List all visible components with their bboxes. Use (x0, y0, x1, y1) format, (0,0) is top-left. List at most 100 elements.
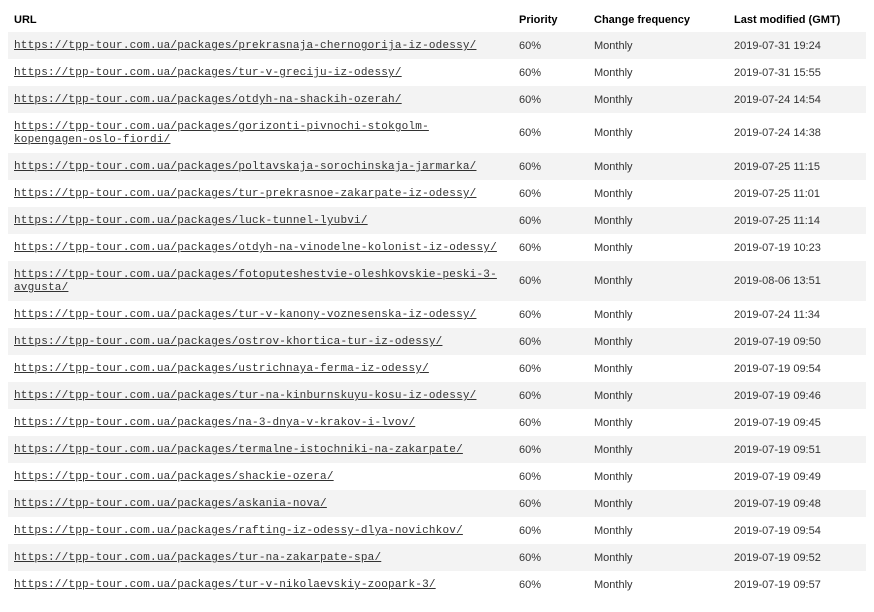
cell-lastmod: 2019-08-06 13:51 (728, 261, 866, 301)
url-link[interactable]: https://tpp-tour.com.ua/packages/tur-v-n… (14, 579, 436, 591)
cell-priority: 60% (513, 261, 588, 301)
cell-lastmod: 2019-07-19 09:45 (728, 409, 866, 436)
sitemap-table: URL Priority Change frequency Last modif… (8, 8, 866, 598)
table-row: https://tpp-tour.com.ua/packages/fotoput… (8, 261, 866, 301)
table-row: https://tpp-tour.com.ua/packages/poltavs… (8, 153, 866, 180)
cell-priority: 60% (513, 59, 588, 86)
url-link[interactable]: https://tpp-tour.com.ua/packages/tur-na-… (14, 390, 476, 402)
cell-changefreq: Monthly (588, 180, 728, 207)
url-link[interactable]: https://tpp-tour.com.ua/packages/poltavs… (14, 161, 476, 173)
url-link[interactable]: https://tpp-tour.com.ua/packages/tur-na-… (14, 552, 381, 564)
cell-priority: 60% (513, 544, 588, 571)
cell-priority: 60% (513, 571, 588, 598)
url-link[interactable]: https://tpp-tour.com.ua/packages/rafting… (14, 525, 463, 537)
cell-lastmod: 2019-07-19 09:57 (728, 571, 866, 598)
cell-changefreq: Monthly (588, 113, 728, 153)
cell-lastmod: 2019-07-31 15:55 (728, 59, 866, 86)
table-row: https://tpp-tour.com.ua/packages/askania… (8, 490, 866, 517)
cell-priority: 60% (513, 153, 588, 180)
table-row: https://tpp-tour.com.ua/packages/tur-v-n… (8, 571, 866, 598)
cell-url: https://tpp-tour.com.ua/packages/otdyh-n… (8, 86, 513, 113)
cell-changefreq: Monthly (588, 59, 728, 86)
cell-lastmod: 2019-07-31 19:24 (728, 32, 866, 59)
table-header-row: URL Priority Change frequency Last modif… (8, 8, 866, 32)
table-row: https://tpp-tour.com.ua/packages/rafting… (8, 517, 866, 544)
table-row: https://tpp-tour.com.ua/packages/ostrov-… (8, 328, 866, 355)
url-link[interactable]: https://tpp-tour.com.ua/packages/fotoput… (14, 269, 497, 294)
cell-priority: 60% (513, 234, 588, 261)
url-link[interactable]: https://tpp-tour.com.ua/packages/otdyh-n… (14, 242, 497, 254)
cell-changefreq: Monthly (588, 301, 728, 328)
table-row: https://tpp-tour.com.ua/packages/tur-na-… (8, 382, 866, 409)
url-link[interactable]: https://tpp-tour.com.ua/packages/askania… (14, 498, 327, 510)
cell-changefreq: Monthly (588, 261, 728, 301)
cell-changefreq: Monthly (588, 571, 728, 598)
cell-priority: 60% (513, 490, 588, 517)
cell-priority: 60% (513, 207, 588, 234)
table-row: https://tpp-tour.com.ua/packages/tur-v-k… (8, 301, 866, 328)
cell-url: https://tpp-tour.com.ua/packages/tur-v-k… (8, 301, 513, 328)
url-link[interactable]: https://tpp-tour.com.ua/packages/ustrich… (14, 363, 429, 375)
table-row: https://tpp-tour.com.ua/packages/otdyh-n… (8, 86, 866, 113)
cell-changefreq: Monthly (588, 234, 728, 261)
header-changefreq: Change frequency (588, 8, 728, 32)
cell-lastmod: 2019-07-19 09:50 (728, 328, 866, 355)
cell-priority: 60% (513, 382, 588, 409)
table-row: https://tpp-tour.com.ua/packages/na-3-dn… (8, 409, 866, 436)
cell-changefreq: Monthly (588, 463, 728, 490)
table-row: https://tpp-tour.com.ua/packages/tur-na-… (8, 544, 866, 571)
cell-changefreq: Monthly (588, 382, 728, 409)
url-link[interactable]: https://tpp-tour.com.ua/packages/ostrov-… (14, 336, 442, 348)
cell-url: https://tpp-tour.com.ua/packages/tur-v-g… (8, 59, 513, 86)
header-priority: Priority (513, 8, 588, 32)
cell-url: https://tpp-tour.com.ua/packages/ustrich… (8, 355, 513, 382)
url-link[interactable]: https://tpp-tour.com.ua/packages/na-3-dn… (14, 417, 415, 429)
cell-changefreq: Monthly (588, 355, 728, 382)
url-link[interactable]: https://tpp-tour.com.ua/packages/prekras… (14, 40, 476, 52)
url-link[interactable]: https://tpp-tour.com.ua/packages/tur-v-k… (14, 309, 476, 321)
cell-url: https://tpp-tour.com.ua/packages/tur-na-… (8, 382, 513, 409)
cell-priority: 60% (513, 113, 588, 153)
cell-url: https://tpp-tour.com.ua/packages/na-3-dn… (8, 409, 513, 436)
url-link[interactable]: https://tpp-tour.com.ua/packages/shackie… (14, 471, 334, 483)
cell-lastmod: 2019-07-19 09:46 (728, 382, 866, 409)
cell-priority: 60% (513, 86, 588, 113)
cell-priority: 60% (513, 328, 588, 355)
cell-priority: 60% (513, 32, 588, 59)
cell-changefreq: Monthly (588, 207, 728, 234)
cell-lastmod: 2019-07-19 09:49 (728, 463, 866, 490)
cell-lastmod: 2019-07-25 11:01 (728, 180, 866, 207)
cell-priority: 60% (513, 463, 588, 490)
table-row: https://tpp-tour.com.ua/packages/tur-v-g… (8, 59, 866, 86)
url-link[interactable]: https://tpp-tour.com.ua/packages/otdyh-n… (14, 94, 402, 106)
url-link[interactable]: https://tpp-tour.com.ua/packages/tur-v-g… (14, 67, 402, 79)
cell-changefreq: Monthly (588, 517, 728, 544)
cell-priority: 60% (513, 436, 588, 463)
cell-url: https://tpp-tour.com.ua/packages/ostrov-… (8, 328, 513, 355)
url-link[interactable]: https://tpp-tour.com.ua/packages/tur-pre… (14, 188, 476, 200)
cell-url: https://tpp-tour.com.ua/packages/shackie… (8, 463, 513, 490)
table-row: https://tpp-tour.com.ua/packages/otdyh-n… (8, 234, 866, 261)
cell-priority: 60% (513, 301, 588, 328)
cell-lastmod: 2019-07-19 09:54 (728, 355, 866, 382)
cell-lastmod: 2019-07-24 14:38 (728, 113, 866, 153)
url-link[interactable]: https://tpp-tour.com.ua/packages/luck-tu… (14, 215, 368, 227)
cell-priority: 60% (513, 355, 588, 382)
cell-changefreq: Monthly (588, 490, 728, 517)
cell-url: https://tpp-tour.com.ua/packages/tur-na-… (8, 544, 513, 571)
url-link[interactable]: https://tpp-tour.com.ua/packages/gorizon… (14, 121, 429, 146)
cell-changefreq: Monthly (588, 86, 728, 113)
cell-lastmod: 2019-07-24 14:54 (728, 86, 866, 113)
cell-lastmod: 2019-07-19 09:52 (728, 544, 866, 571)
cell-url: https://tpp-tour.com.ua/packages/askania… (8, 490, 513, 517)
table-row: https://tpp-tour.com.ua/packages/ustrich… (8, 355, 866, 382)
cell-url: https://tpp-tour.com.ua/packages/gorizon… (8, 113, 513, 153)
url-link[interactable]: https://tpp-tour.com.ua/packages/termaln… (14, 444, 463, 456)
cell-changefreq: Monthly (588, 153, 728, 180)
header-lastmod: Last modified (GMT) (728, 8, 866, 32)
cell-lastmod: 2019-07-19 10:23 (728, 234, 866, 261)
cell-url: https://tpp-tour.com.ua/packages/otdyh-n… (8, 234, 513, 261)
cell-priority: 60% (513, 180, 588, 207)
table-row: https://tpp-tour.com.ua/packages/shackie… (8, 463, 866, 490)
cell-url: https://tpp-tour.com.ua/packages/prekras… (8, 32, 513, 59)
